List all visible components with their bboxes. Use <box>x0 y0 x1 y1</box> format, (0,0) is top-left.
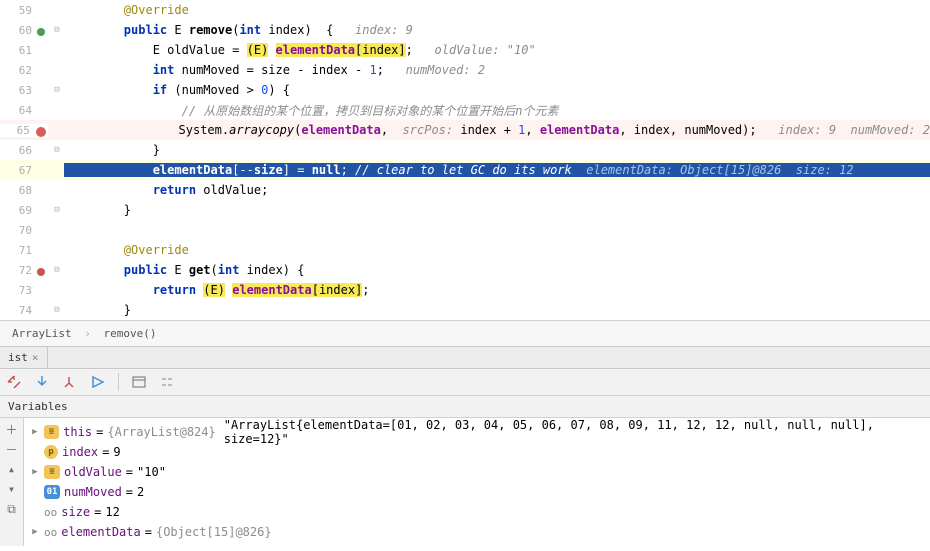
code-line-current[interactable]: 67 elementData[--size] = null; // clear … <box>0 160 930 180</box>
code-line-breakpoint[interactable]: 65 System.arraycopy(elementData, srcPos:… <box>0 120 930 140</box>
code-line[interactable]: 62 int numMoved = size - index - 1; numM… <box>0 60 930 80</box>
step-out-icon[interactable] <box>62 374 78 390</box>
code-line[interactable]: 64 // 从原始数组的某个位置，拷贝到目标对象的某个位置开始后n个元素 <box>0 100 930 120</box>
code-line[interactable]: 59 @Override <box>0 0 930 20</box>
line-number: 72 <box>0 264 50 277</box>
line-number: 69 <box>0 204 50 217</box>
debug-toolbar <box>0 369 930 396</box>
code-line[interactable]: 61 E oldValue = (E) elementData[index]; … <box>0 40 930 60</box>
fold-toggle-icon[interactable]: ⊟ <box>50 205 64 215</box>
inline-hint: index: 9 <box>355 23 413 37</box>
line-number: 63 <box>0 84 50 97</box>
code-line[interactable]: 68 return oldValue; <box>0 180 930 200</box>
separator <box>118 373 119 391</box>
variables-panel: ＋ － ▴ ▾ ⧉ ▶ ≡ this = {ArrayList@824} "Ar… <box>0 418 930 546</box>
override-up-icon[interactable] <box>36 267 48 279</box>
variable-row[interactable]: ▶ oo elementData = {Object[15]@826} <box>30 522 924 542</box>
code-line[interactable]: 69 ⊟ } <box>0 200 930 220</box>
fold-toggle-icon[interactable]: ⊟ <box>50 25 64 35</box>
fold-toggle-icon[interactable]: ⊟ <box>50 265 64 275</box>
code-line[interactable]: 66 ⊟ } <box>0 140 930 160</box>
debug-tab-bar: ist × <box>0 346 930 369</box>
line-number: 64 <box>0 104 50 117</box>
line-number: 62 <box>0 64 50 77</box>
object-badge-icon: ≡ <box>44 425 60 439</box>
evaluate-icon[interactable] <box>131 374 147 390</box>
line-number: 71 <box>0 244 50 257</box>
field-badge-icon: oo <box>44 526 57 539</box>
variable-row[interactable]: 01 numMoved = 2 <box>30 482 924 502</box>
keyword: public <box>124 23 167 37</box>
code-line[interactable]: 74 ⊟ } <box>0 300 930 320</box>
line-number: 65 <box>0 124 48 137</box>
settings-icon[interactable] <box>159 374 175 390</box>
debug-tab[interactable]: ist × <box>0 347 48 368</box>
primitive-badge-icon: 01 <box>44 485 60 499</box>
inline-hint: numMoved: 2 <box>406 63 485 77</box>
field-badge-icon: oo <box>44 506 57 519</box>
breakpoint-icon[interactable] <box>34 127 46 139</box>
variable-row[interactable]: oo size = 12 <box>30 502 924 522</box>
variables-header: Variables <box>0 396 930 418</box>
fold-toggle-icon[interactable]: ⊟ <box>50 85 64 95</box>
line-number: 67 <box>0 164 50 177</box>
breadcrumb[interactable]: ArrayList › remove() <box>0 320 930 346</box>
variables-sidebar: ＋ － ▴ ▾ ⧉ <box>0 418 24 546</box>
annotation: @Override <box>124 3 189 17</box>
step-over-icon[interactable] <box>6 374 22 390</box>
chevron-right-icon: › <box>84 327 91 340</box>
add-watch-icon[interactable]: ＋ <box>5 422 19 436</box>
code-editor[interactable]: 59 @Override 60 ⊟ public E remove(int in… <box>0 0 930 320</box>
code-line[interactable]: 73 return (E) elementData[index]; <box>0 280 930 300</box>
expand-icon[interactable]: ▶ <box>30 427 40 437</box>
expand-icon[interactable]: ▶ <box>30 527 40 537</box>
fold-toggle-icon[interactable]: ⊟ <box>50 305 64 315</box>
line-number: 68 <box>0 184 50 197</box>
step-into-icon[interactable] <box>34 374 50 390</box>
annotation: @Override <box>124 243 189 257</box>
line-number: 61 <box>0 44 50 57</box>
object-badge-icon: ≡ <box>44 465 60 479</box>
comment: // 从原始数组的某个位置，拷贝到目标对象的某个位置开始后n个元素 <box>182 104 559 118</box>
code-line[interactable]: 71 @Override <box>0 240 930 260</box>
watch-down-icon[interactable]: ▾ <box>5 482 19 496</box>
breadcrumb-item[interactable]: remove() <box>103 327 156 340</box>
watch-up-icon[interactable]: ▴ <box>5 462 19 476</box>
run-to-cursor-icon[interactable] <box>90 374 106 390</box>
fold-toggle-icon[interactable]: ⊟ <box>50 145 64 155</box>
param-badge-icon: p <box>44 445 58 459</box>
line-number: 70 <box>0 224 50 237</box>
override-down-icon[interactable] <box>36 27 48 39</box>
breadcrumb-item[interactable]: ArrayList <box>12 327 72 340</box>
line-number: 74 <box>0 304 50 317</box>
variables-tree[interactable]: ▶ ≡ this = {ArrayList@824} "ArrayList{el… <box>24 418 930 546</box>
remove-watch-icon[interactable]: － <box>5 442 19 456</box>
line-number: 66 <box>0 144 50 157</box>
variable-row[interactable]: ▶ ≡ oldValue = "10" <box>30 462 924 482</box>
variable-row[interactable]: ▶ ≡ this = {ArrayList@824} "ArrayList{el… <box>30 422 924 442</box>
code-line[interactable]: 72 ⊟ public E get(int index) { <box>0 260 930 280</box>
code-line[interactable]: 70 <box>0 220 930 240</box>
inline-hint: oldValue: "10" <box>435 43 536 57</box>
line-number: 59 <box>0 4 50 17</box>
line-number: 73 <box>0 284 50 297</box>
inline-hint: index: 9 numMoved: 2 <box>778 123 930 137</box>
code-line[interactable]: 63 ⊟ if (numMoved > 0) { <box>0 80 930 100</box>
expand-icon[interactable]: ▶ <box>30 467 40 477</box>
code-line[interactable]: 60 ⊟ public E remove(int index) { index:… <box>0 20 930 40</box>
line-number: 60 <box>0 24 50 37</box>
close-icon[interactable]: × <box>32 351 39 364</box>
inline-hint: elementData: Object[15]@826 size: 12 <box>586 163 853 177</box>
copy-icon[interactable]: ⧉ <box>5 502 19 516</box>
